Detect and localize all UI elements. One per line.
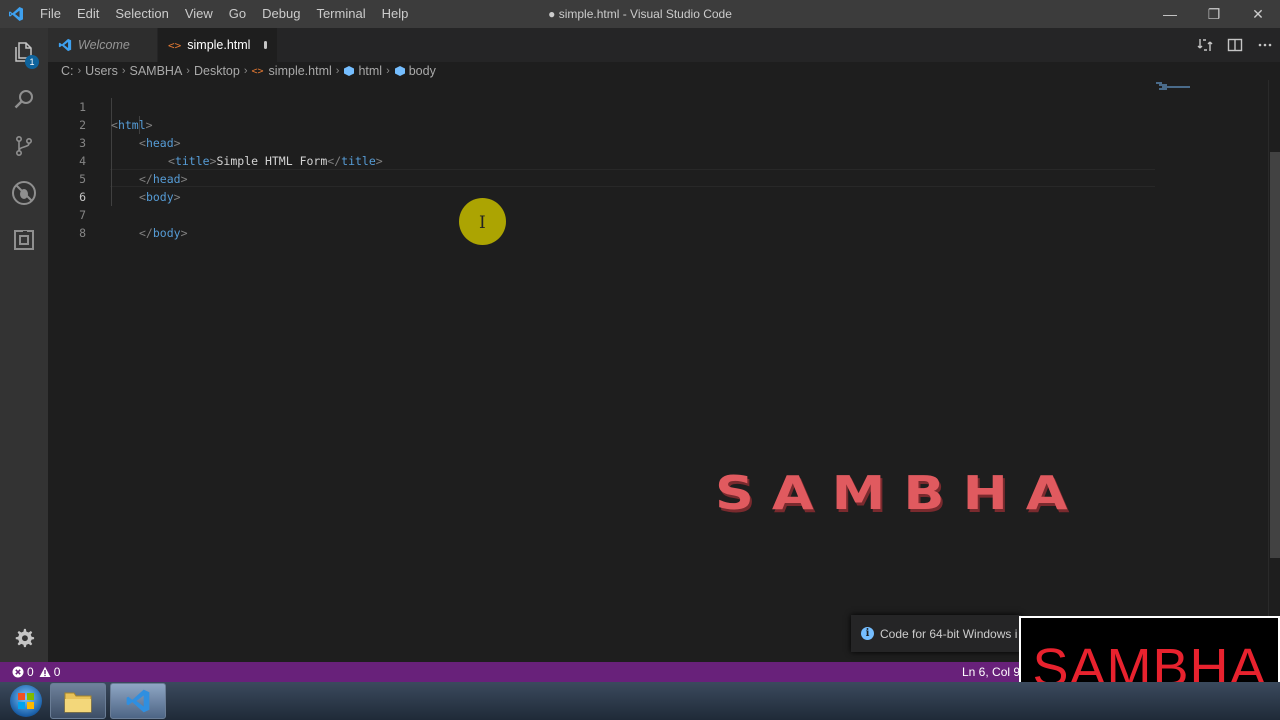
menu-file[interactable]: File [32, 0, 69, 28]
tab-label: Welcome [78, 38, 130, 52]
problems-indicator[interactable]: 0 0 [12, 665, 60, 679]
element-symbol-icon [394, 66, 405, 76]
source-control-button[interactable] [0, 122, 48, 169]
window-controls: — ❐ ✕ [1148, 0, 1280, 28]
menu-edit[interactable]: Edit [69, 0, 107, 28]
tab-simple-html[interactable]: <> simple.html [158, 28, 278, 62]
menu-go[interactable]: Go [221, 0, 254, 28]
code-editor[interactable]: 1 <html> 2 <head> 3 <title>Simple HTML F… [48, 80, 1268, 662]
restore-button[interactable]: ❐ [1192, 0, 1236, 28]
menu-terminal[interactable]: Terminal [308, 0, 373, 28]
notification-toast[interactable]: i Code for 64-bit Windows i [851, 615, 1021, 652]
code-line: 4 </head> [48, 134, 1158, 186]
vscode-small-icon [58, 38, 72, 52]
error-icon [12, 666, 24, 678]
breadcrumb-body-label: body [408, 64, 436, 78]
unsaved-dot-icon[interactable] [264, 41, 267, 49]
manage-button[interactable] [0, 614, 48, 662]
more-actions-button[interactable] [1250, 28, 1280, 62]
breadcrumb-users[interactable]: Users [85, 64, 118, 78]
watermark: SAMBHA [715, 466, 1086, 521]
open-changes-button[interactable] [1190, 28, 1220, 62]
close-button[interactable]: ✕ [1236, 0, 1280, 28]
cursor-position[interactable]: Ln 6, Col 9 [962, 662, 1020, 682]
chevron-right-icon: › [386, 65, 390, 77]
menu-selection[interactable]: Selection [107, 0, 176, 28]
menu-bar: File Edit Selection View Go Debug Termin… [32, 0, 416, 28]
breadcrumb: C: › Users › SAMBHA › Desktop › <> simpl… [48, 62, 1280, 80]
ellipsis-icon [1258, 43, 1272, 47]
breadcrumb-drive[interactable]: C: [61, 64, 74, 78]
code-line: 7 </body> [48, 188, 1158, 240]
html-file-icon: <> [168, 38, 182, 52]
breadcrumb-html-label: html [358, 64, 383, 78]
chevron-right-icon: › [186, 65, 190, 77]
breadcrumb-file-label: simple.html [268, 64, 332, 78]
tab-bar: Welcome <> simple.html [48, 28, 1280, 62]
activity-bar: 1 [0, 28, 48, 662]
html-file-icon: <> [251, 65, 264, 77]
debug-icon [12, 180, 36, 205]
title-bar: File Edit Selection View Go Debug Termin… [0, 0, 1280, 28]
code-line: 1 <html> [48, 80, 1158, 132]
search-icon [14, 89, 33, 108]
editor-actions [1190, 28, 1280, 62]
vertical-scrollbar[interactable] [1268, 80, 1280, 662]
code-line-current: 6 [48, 170, 1158, 204]
taskbar-vscode[interactable] [110, 683, 166, 719]
menu-debug[interactable]: Debug [254, 0, 308, 28]
breadcrumb-sambha[interactable]: SAMBHA [130, 64, 183, 78]
gear-icon [15, 628, 35, 648]
scrollbar-thumb[interactable] [1270, 152, 1280, 558]
menu-view[interactable]: View [177, 0, 221, 28]
notification-text: Code for 64-bit Windows i [880, 626, 1018, 641]
code-line: 3 <title>Simple HTML Form</title> [48, 116, 1158, 168]
windows-taskbar [0, 682, 1280, 720]
explorer-badge: 1 [25, 55, 39, 69]
tab-label: simple.html [187, 38, 251, 52]
tab-welcome[interactable]: Welcome [48, 28, 158, 62]
extensions-icon [14, 229, 34, 250]
warning-icon [39, 666, 51, 677]
search-button[interactable] [0, 75, 48, 122]
compare-icon [1197, 39, 1213, 51]
error-count: 0 [27, 665, 34, 679]
element-symbol-icon [344, 66, 355, 76]
minimize-button[interactable]: — [1148, 0, 1192, 28]
split-editor-button[interactable] [1220, 28, 1250, 62]
windows-logo-icon [10, 685, 42, 717]
line-number: 8 [79, 226, 86, 240]
start-button[interactable] [6, 682, 46, 720]
extensions-button[interactable] [0, 216, 48, 263]
chevron-right-icon: › [243, 65, 248, 77]
info-icon: i [861, 627, 874, 640]
breadcrumb-desktop[interactable]: Desktop [194, 64, 240, 78]
code-line: 8 [48, 206, 1158, 240]
vscode-logo-icon [0, 0, 32, 28]
explorer-button[interactable]: 1 [0, 28, 48, 75]
chevron-right-icon: › [335, 65, 340, 77]
vscode-logo-icon [126, 689, 150, 713]
text-cursor-icon: I [479, 213, 486, 233]
code-line: 5 <body> [48, 152, 1158, 204]
breadcrumb-file[interactable]: <> simple.html [252, 64, 332, 78]
source-control-icon [16, 135, 33, 156]
taskbar-file-explorer[interactable] [50, 683, 106, 719]
breadcrumb-html[interactable]: html [343, 64, 382, 78]
split-editor-icon [1227, 38, 1243, 52]
minimap[interactable] [1156, 80, 1266, 100]
folder-icon [64, 692, 92, 713]
chevron-right-icon: › [77, 65, 82, 77]
debug-button[interactable] [0, 169, 48, 216]
menu-help[interactable]: Help [374, 0, 417, 28]
code-line: 2 <head> [48, 98, 1158, 150]
breadcrumb-body[interactable]: body [394, 64, 436, 78]
warning-count: 0 [53, 665, 61, 679]
chevron-right-icon: › [121, 65, 126, 77]
